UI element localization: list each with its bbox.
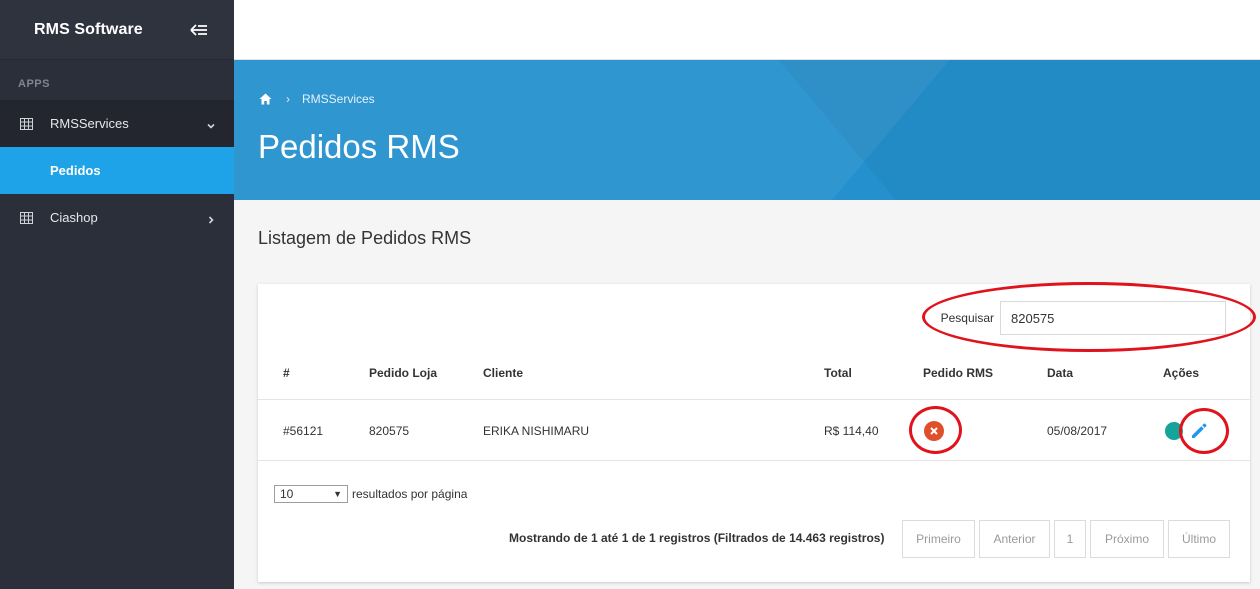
cell-actions [1165,401,1209,460]
table-grid-icon [20,117,33,130]
pagination: Primeiro Anterior 1 Próximo Último [902,520,1234,558]
chevron-right-icon [206,213,216,224]
dropdown-arrow-icon: ▼ [333,489,342,499]
sidebar-item-rmsservices[interactable]: RMSServices [0,100,234,147]
view-details-icon[interactable] [1165,421,1183,440]
sidebar-item-label: RMSServices [50,116,129,131]
sidebar-item-ciashop[interactable]: Ciashop [0,194,234,241]
search-input[interactable] [1000,301,1226,335]
search-label: Pesquisar [940,311,994,325]
cell-data: 05/08/2017 [1047,423,1108,438]
column-header[interactable]: Data [1047,366,1073,399]
page-header: › RMSServices Pedidos RMS [234,60,1260,200]
breadcrumb: › RMSServices [259,92,375,106]
column-header[interactable]: # [283,366,290,399]
page-size-label: resultados por página [352,487,468,501]
sidebar: RMS Software APPS RMSServices Pedidos Ci… [0,0,234,589]
page-title: Pedidos RMS [258,128,460,165]
cell-total: R$ 114,40 [824,423,879,438]
top-header-bar [234,0,1260,60]
brand-name: RMS Software [34,20,143,38]
page-size-control: 10 ▼ resultados por página [274,485,467,503]
page-size-value: 10 [280,487,294,501]
column-header[interactable]: Pedido Loja [369,366,437,399]
edit-pencil-icon[interactable] [1189,421,1209,441]
collapse-menu-icon[interactable] [190,23,208,37]
cell-pedido-rms [924,401,944,460]
previous-page-button[interactable]: Anterior [979,520,1050,558]
table-grid-icon [20,211,33,224]
pagination-info: Mostrando de 1 até 1 de 1 registros (Fil… [509,531,885,545]
sidebar-item-pedidos[interactable]: Pedidos [0,147,234,194]
column-header[interactable]: Cliente [483,366,523,399]
breadcrumb-item[interactable]: RMSServices [302,92,375,106]
breadcrumb-separator-icon: › [286,92,290,106]
page-number-button[interactable]: 1 [1054,520,1086,558]
error-x-icon [924,420,944,441]
home-icon[interactable] [259,93,272,105]
brand-bar: RMS Software [0,0,234,60]
table-header: # Pedido Loja Cliente Total Pedido RMS D… [258,366,1250,400]
column-header[interactable]: Total [824,366,852,399]
cell-id: #56121 [283,423,324,438]
last-page-button[interactable]: Último [1168,520,1230,558]
page-size-select[interactable]: 10 ▼ [274,485,348,503]
section-title: Listagem de Pedidos RMS [258,228,472,248]
section-label-apps: APPS [18,78,50,90]
column-header[interactable]: Pedido RMS [923,366,993,399]
orders-card: Pesquisar # Pedido Loja Cliente Total Pe… [258,282,1256,582]
column-header: Ações [1163,366,1200,380]
first-page-button[interactable]: Primeiro [902,520,975,558]
sidebar-item-label: Ciashop [50,210,98,225]
search-box: Pesquisar [941,301,1226,335]
cell-pedido-loja: 820575 [369,423,410,438]
chevron-down-icon [206,119,216,129]
table-row[interactable]: #56121 820575 ERIKA NISHIMARU R$ 114,40 … [258,401,1250,461]
cell-cliente: ERIKA NISHIMARU [483,423,590,438]
next-page-button[interactable]: Próximo [1090,520,1164,558]
